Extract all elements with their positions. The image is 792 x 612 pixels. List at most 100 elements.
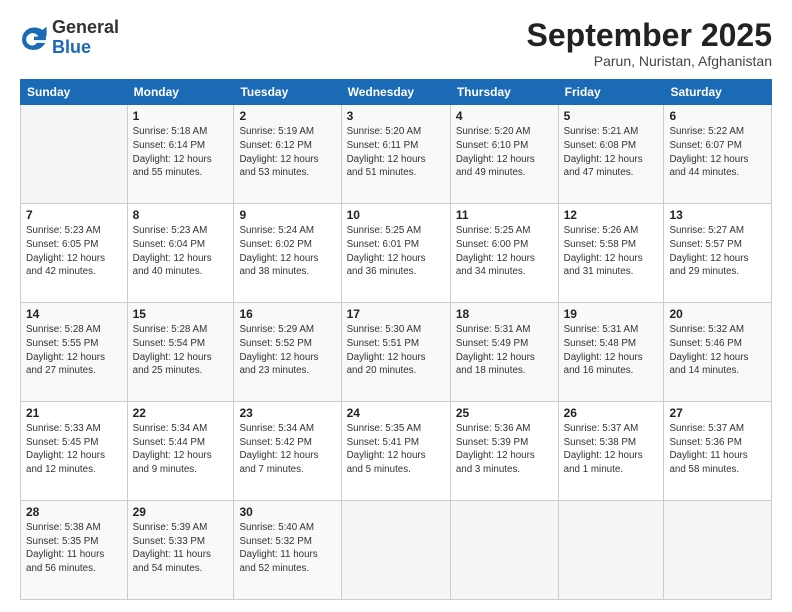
day-info: Sunrise: 5:24 AM Sunset: 6:02 PM Dayligh… [239, 224, 335, 279]
calendar-header-row: SundayMondayTuesdayWednesdayThursdayFrid… [21, 80, 772, 105]
day-number: 10 [347, 208, 445, 222]
day-number: 23 [239, 406, 335, 420]
calendar-cell: 12Sunrise: 5:26 AM Sunset: 5:58 PM Dayli… [558, 204, 664, 303]
calendar-cell: 17 Sunrise: 5:30 AM Sunset: 5:51 PM Dayli… [341, 303, 450, 402]
day-number: 9 [239, 208, 335, 222]
day-number: 30 [239, 505, 335, 519]
calendar-cell: 11 Sunrise: 5:25 AM Sunset: 6:00 PM Dayli… [450, 204, 558, 303]
day-number: 16 [239, 307, 335, 321]
day-number: 7 [26, 208, 122, 222]
column-header-wednesday: Wednesday [341, 80, 450, 105]
day-info: Sunrise: 5:20 AM Sunset: 6:10 PM Dayligh… [456, 125, 553, 180]
calendar-week-row: 7Sunrise: 5:23 AM Sunset: 6:05 PM Daylig… [21, 204, 772, 303]
day-info: Sunrise: 5:31 AM Sunset: 5:48 PM Dayligh… [564, 323, 659, 378]
column-header-sunday: Sunday [21, 80, 128, 105]
day-info: Sunrise: 5:25 AM Sunset: 6:00 PM Dayligh… [456, 224, 553, 279]
day-number: 3 [347, 109, 445, 123]
day-info: Sunrise: 5:31 AM Sunset: 5:49 PM Dayligh… [456, 323, 553, 378]
day-info: Sunrise: 5:18 AM Sunset: 6:14 PM Dayligh… [133, 125, 229, 180]
day-number: 22 [133, 406, 229, 420]
day-info: Sunrise: 5:27 AM Sunset: 5:57 PM Dayligh… [669, 224, 766, 279]
calendar-week-row: 14 Sunrise: 5:28 AM Sunset: 5:55 PM Dayli… [21, 303, 772, 402]
calendar-cell: 15Sunrise: 5:28 AM Sunset: 5:54 PM Dayli… [127, 303, 234, 402]
calendar-cell: 28 Sunrise: 5:38 AM Sunset: 5:35 PM Dayli… [21, 501, 128, 600]
calendar-cell: 8 Sunrise: 5:23 AM Sunset: 6:04 PM Daylig… [127, 204, 234, 303]
day-info: Sunrise: 5:29 AM Sunset: 5:52 PM Dayligh… [239, 323, 335, 378]
column-header-monday: Monday [127, 80, 234, 105]
day-number: 15 [133, 307, 229, 321]
column-header-saturday: Saturday [664, 80, 772, 105]
day-number: 26 [564, 406, 659, 420]
calendar-cell: 29 Sunrise: 5:39 AM Sunset: 5:33 PM Dayli… [127, 501, 234, 600]
day-number: 19 [564, 307, 659, 321]
calendar-cell: 23 Sunrise: 5:34 AM Sunset: 5:42 PM Dayli… [234, 402, 341, 501]
day-number: 5 [564, 109, 659, 123]
day-number: 17 [347, 307, 445, 321]
calendar-cell: 27Sunrise: 5:37 AM Sunset: 5:36 PM Dayli… [664, 402, 772, 501]
day-info: Sunrise: 5:39 AM Sunset: 5:33 PM Dayligh… [133, 521, 229, 576]
calendar-table: SundayMondayTuesdayWednesdayThursdayFrid… [20, 79, 772, 600]
day-info: Sunrise: 5:33 AM Sunset: 5:45 PM Dayligh… [26, 422, 122, 477]
calendar-cell: 10Sunrise: 5:25 AM Sunset: 6:01 PM Dayli… [341, 204, 450, 303]
calendar-cell: 1Sunrise: 5:18 AM Sunset: 6:14 PM Daylig… [127, 105, 234, 204]
calendar-cell: 20Sunrise: 5:32 AM Sunset: 5:46 PM Dayli… [664, 303, 772, 402]
day-info: Sunrise: 5:28 AM Sunset: 5:55 PM Dayligh… [26, 323, 122, 378]
calendar-week-row: 21 Sunrise: 5:33 AM Sunset: 5:45 PM Dayli… [21, 402, 772, 501]
day-info: Sunrise: 5:22 AM Sunset: 6:07 PM Dayligh… [669, 125, 766, 180]
calendar-cell: 22Sunrise: 5:34 AM Sunset: 5:44 PM Dayli… [127, 402, 234, 501]
day-number: 25 [456, 406, 553, 420]
calendar-cell [558, 501, 664, 600]
calendar-cell: 25 Sunrise: 5:36 AM Sunset: 5:39 PM Dayli… [450, 402, 558, 501]
day-info: Sunrise: 5:34 AM Sunset: 5:42 PM Dayligh… [239, 422, 335, 477]
logo: General Blue [20, 18, 119, 58]
day-info: Sunrise: 5:30 AM Sunset: 5:51 PM Dayligh… [347, 323, 445, 378]
day-number: 28 [26, 505, 122, 519]
calendar-cell: 19 Sunrise: 5:31 AM Sunset: 5:48 PM Dayli… [558, 303, 664, 402]
day-info: Sunrise: 5:40 AM Sunset: 5:32 PM Dayligh… [239, 521, 335, 576]
day-number: 14 [26, 307, 122, 321]
day-info: Sunrise: 5:37 AM Sunset: 5:38 PM Dayligh… [564, 422, 659, 477]
column-header-thursday: Thursday [450, 80, 558, 105]
calendar-cell: 4 Sunrise: 5:20 AM Sunset: 6:10 PM Daylig… [450, 105, 558, 204]
page-header: General Blue September 2025 Parun, Nuris… [20, 18, 772, 69]
day-info: Sunrise: 5:19 AM Sunset: 6:12 PM Dayligh… [239, 125, 335, 180]
day-info: Sunrise: 5:35 AM Sunset: 5:41 PM Dayligh… [347, 422, 445, 477]
logo-blue-text: Blue [52, 37, 91, 57]
title-block: September 2025 Parun, Nuristan, Afghanis… [527, 18, 772, 69]
location: Parun, Nuristan, Afghanistan [527, 53, 772, 69]
logo-general-text: General [52, 17, 119, 37]
calendar-cell: 14 Sunrise: 5:28 AM Sunset: 5:55 PM Dayli… [21, 303, 128, 402]
calendar-cell: 30 Sunrise: 5:40 AM Sunset: 5:32 PM Dayli… [234, 501, 341, 600]
calendar-cell: 3 Sunrise: 5:20 AM Sunset: 6:11 PM Daylig… [341, 105, 450, 204]
day-number: 27 [669, 406, 766, 420]
day-number: 12 [564, 208, 659, 222]
calendar-cell: 18Sunrise: 5:31 AM Sunset: 5:49 PM Dayli… [450, 303, 558, 402]
calendar-cell [664, 501, 772, 600]
day-info: Sunrise: 5:21 AM Sunset: 6:08 PM Dayligh… [564, 125, 659, 180]
calendar-cell [450, 501, 558, 600]
calendar-cell: 7Sunrise: 5:23 AM Sunset: 6:05 PM Daylig… [21, 204, 128, 303]
day-number: 20 [669, 307, 766, 321]
calendar-cell [341, 501, 450, 600]
day-number: 21 [26, 406, 122, 420]
calendar-cell: 24Sunrise: 5:35 AM Sunset: 5:41 PM Dayli… [341, 402, 450, 501]
day-number: 29 [133, 505, 229, 519]
day-info: Sunrise: 5:23 AM Sunset: 6:04 PM Dayligh… [133, 224, 229, 279]
calendar-cell: 6 Sunrise: 5:22 AM Sunset: 6:07 PM Daylig… [664, 105, 772, 204]
day-number: 4 [456, 109, 553, 123]
day-number: 11 [456, 208, 553, 222]
day-number: 6 [669, 109, 766, 123]
calendar-cell: 26 Sunrise: 5:37 AM Sunset: 5:38 PM Dayli… [558, 402, 664, 501]
day-number: 8 [133, 208, 229, 222]
calendar-cell: 2 Sunrise: 5:19 AM Sunset: 6:12 PM Daylig… [234, 105, 341, 204]
calendar-cell: 5 Sunrise: 5:21 AM Sunset: 6:08 PM Daylig… [558, 105, 664, 204]
calendar-week-row: 28 Sunrise: 5:38 AM Sunset: 5:35 PM Dayli… [21, 501, 772, 600]
day-info: Sunrise: 5:36 AM Sunset: 5:39 PM Dayligh… [456, 422, 553, 477]
calendar-week-row: 1Sunrise: 5:18 AM Sunset: 6:14 PM Daylig… [21, 105, 772, 204]
calendar-cell: 9 Sunrise: 5:24 AM Sunset: 6:02 PM Daylig… [234, 204, 341, 303]
day-number: 2 [239, 109, 335, 123]
calendar-cell: 13Sunrise: 5:27 AM Sunset: 5:57 PM Dayli… [664, 204, 772, 303]
day-info: Sunrise: 5:20 AM Sunset: 6:11 PM Dayligh… [347, 125, 445, 180]
calendar-cell: 21 Sunrise: 5:33 AM Sunset: 5:45 PM Dayli… [21, 402, 128, 501]
day-info: Sunrise: 5:38 AM Sunset: 5:35 PM Dayligh… [26, 521, 122, 576]
